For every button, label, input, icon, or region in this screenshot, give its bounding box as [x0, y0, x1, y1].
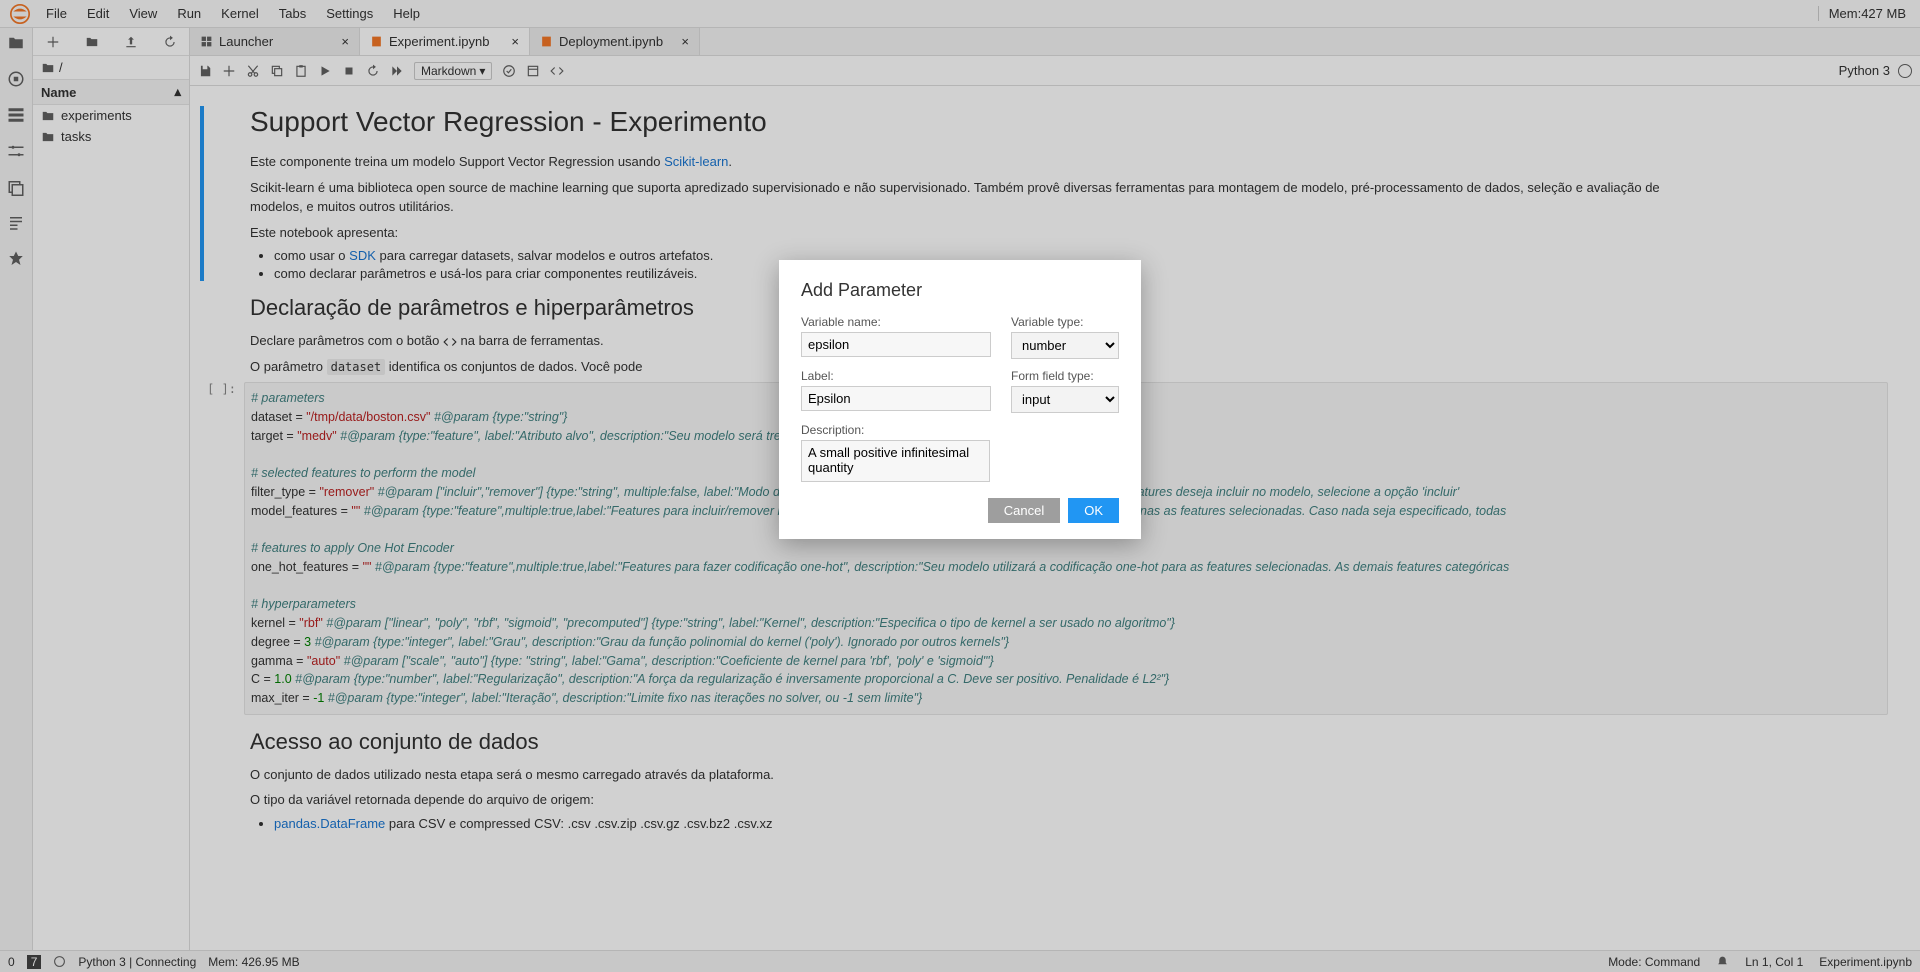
ok-button[interactable]: OK — [1068, 498, 1119, 523]
vartype-label: Variable type: — [1011, 315, 1119, 329]
cancel-button[interactable]: Cancel — [988, 498, 1060, 523]
label-label: Label: — [801, 369, 991, 383]
varname-label: Variable name: — [801, 315, 991, 329]
description-textarea[interactable]: A small positive infinitesimal quantity — [801, 440, 990, 482]
label-input[interactable] — [801, 386, 991, 411]
add-parameter-dialog: Add Parameter Variable name: Variable ty… — [779, 260, 1141, 539]
description-label: Description: — [801, 423, 990, 437]
varname-input[interactable] — [801, 332, 991, 357]
modal-overlay[interactable]: Add Parameter Variable name: Variable ty… — [0, 0, 1920, 972]
vartype-select[interactable]: number — [1011, 332, 1119, 359]
fieldtype-select[interactable]: input — [1011, 386, 1119, 413]
fieldtype-label: Form field type: — [1011, 369, 1119, 383]
dialog-title: Add Parameter — [801, 280, 1119, 301]
